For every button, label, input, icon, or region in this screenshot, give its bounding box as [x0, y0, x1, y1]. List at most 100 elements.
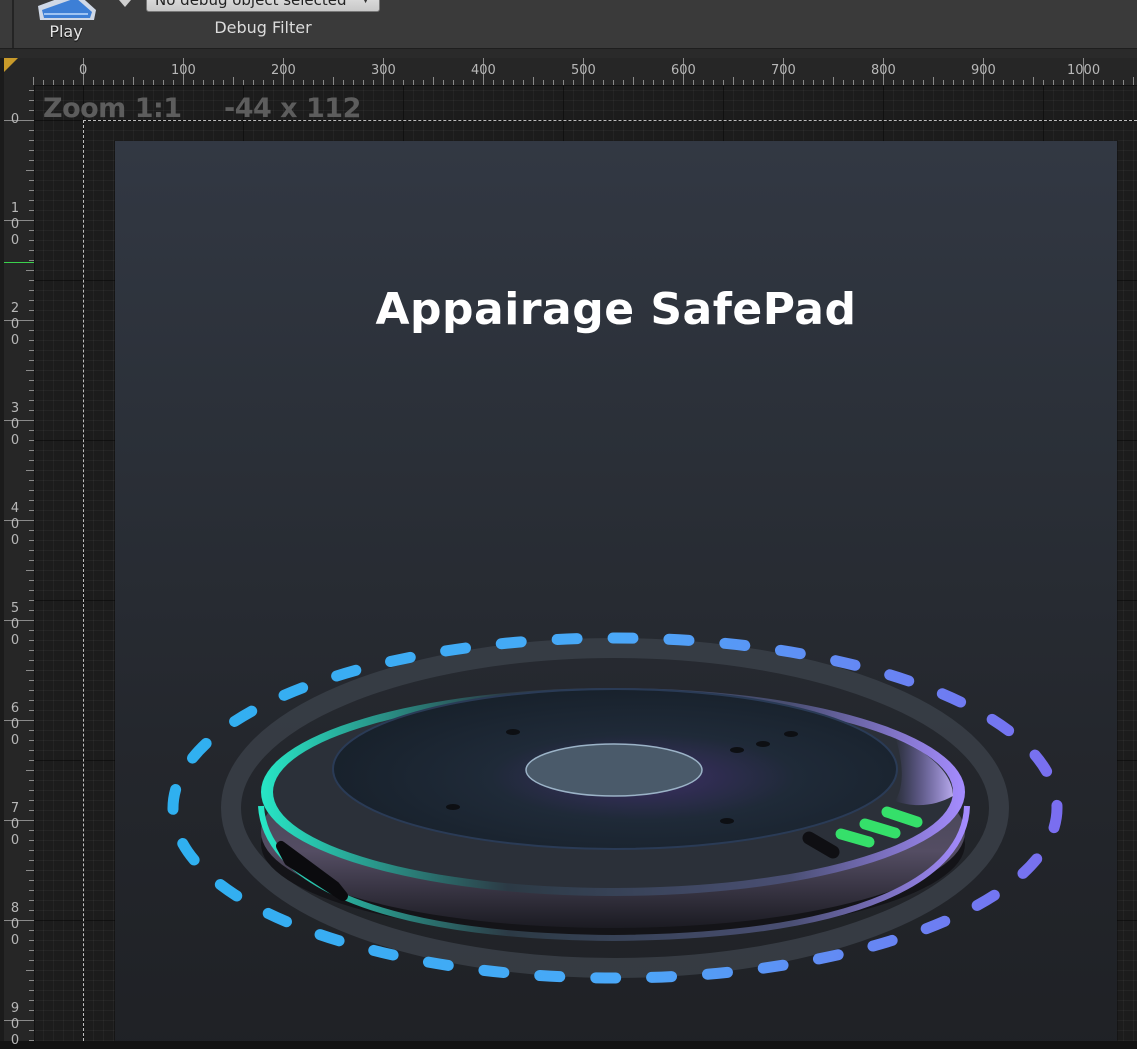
- ruler-tick: [413, 80, 414, 85]
- editor-toolbar: Play No debug object selected ▼ Debug Fi…: [0, 0, 1137, 49]
- ruler-tick: [943, 80, 944, 85]
- ruler-tick: [773, 80, 774, 85]
- horizontal-ruler[interactable]: 0 100 200 300 400 500 600 700 800 900 1000: [33, 58, 1137, 145]
- ruler-label-y: 0: [10, 112, 20, 127]
- ruler-tick: [293, 80, 294, 85]
- vertical-ruler[interactable]: 0 100 200 300 400 500 600 700 800 900: [4, 85, 35, 1048]
- ruler-tick: [29, 380, 34, 381]
- debug-object-select[interactable]: No debug object selected ▼: [146, 0, 380, 12]
- ruler-tick: [29, 130, 34, 131]
- ruler-tick: [673, 80, 674, 85]
- ruler-tick: [26, 170, 34, 171]
- ruler-label-x: 400: [471, 63, 496, 78]
- ruler-label-x: 0: [79, 63, 88, 78]
- ruler-tick: [29, 940, 34, 941]
- ruler-tick: [433, 77, 434, 85]
- ruler-tick: [1133, 77, 1134, 85]
- ruler-tick: [633, 77, 634, 85]
- ruler-tick: [29, 760, 34, 761]
- ruler-tick: [73, 80, 74, 85]
- ruler-tick: [29, 740, 34, 741]
- ruler-tick: [1023, 80, 1024, 85]
- ruler-tick: [573, 80, 574, 85]
- ruler-tick: [29, 880, 34, 881]
- ruler-tick: [933, 77, 934, 85]
- ruler-tick: [143, 80, 144, 85]
- ruler-tick: [29, 590, 34, 591]
- ruler-tick: [29, 250, 34, 251]
- ruler-tick: [923, 80, 924, 85]
- ruler-tick: [163, 80, 164, 85]
- ruler-tick: [503, 80, 504, 85]
- ruler-tick: [123, 80, 124, 85]
- ruler-tick: [1013, 80, 1014, 85]
- ruler-tick: [233, 77, 234, 85]
- ruler-tick: [313, 80, 314, 85]
- ruler-tick: [29, 460, 34, 461]
- ruler-tick: [513, 80, 514, 85]
- ruler-tick: [903, 80, 904, 85]
- ruler-tick: [713, 80, 714, 85]
- ruler-tick: [953, 80, 954, 85]
- ruler-tick: [723, 80, 724, 85]
- ruler-tick: [593, 80, 594, 85]
- ruler-tick: [29, 350, 34, 351]
- ruler-tick: [29, 230, 34, 231]
- designer-canvas[interactable]: Zoom 1:1 -44 x 112 Appairage SafePad: [35, 86, 1137, 1041]
- play-button[interactable]: Play: [30, 0, 102, 48]
- ruler-tick: [29, 1000, 34, 1001]
- ruler-tick: [863, 80, 864, 85]
- ruler-tick: [743, 80, 744, 85]
- ruler-tick: [26, 370, 34, 371]
- ruler-tick: [29, 840, 34, 841]
- ruler-tick: [29, 580, 34, 581]
- ruler-tick: [29, 280, 34, 281]
- ruler-tick: [29, 800, 34, 801]
- toolbar-divider: [0, 49, 1137, 58]
- ruler-tick: [913, 80, 914, 85]
- ruler-tick: [29, 600, 34, 601]
- ruler-tick: [443, 80, 444, 85]
- ruler-label-y: 100: [10, 201, 20, 248]
- ruler-tick: [113, 80, 114, 85]
- ruler-tick: [29, 960, 34, 961]
- ruler-tick: [893, 80, 894, 85]
- ruler-label-x: 300: [371, 63, 396, 78]
- ruler-tick: [29, 400, 34, 401]
- ruler-tick: [29, 850, 34, 851]
- chevron-down-icon: ▼: [362, 0, 369, 5]
- ruler-tick: [973, 80, 974, 85]
- ruler-corner: [4, 58, 34, 85]
- ruler-label-x: 500: [571, 63, 596, 78]
- ruler-label-x: 100: [171, 63, 196, 78]
- ruler-tick: [463, 80, 464, 85]
- debug-filter-label: Debug Filter: [214, 18, 312, 37]
- ruler-tick: [323, 80, 324, 85]
- ruler-tick: [29, 210, 34, 211]
- ruler-tick: [843, 80, 844, 85]
- ruler-label-x: 1000: [1067, 63, 1101, 78]
- ruler-tick: [29, 680, 34, 681]
- ruler-tick: [603, 80, 604, 85]
- ruler-tick: [29, 100, 34, 101]
- ruler-tick: [29, 640, 34, 641]
- debug-chevron-icon[interactable]: [118, 0, 132, 8]
- ruler-tick: [1063, 80, 1064, 85]
- ruler-label-y: 900: [10, 1001, 20, 1048]
- ruler-tick: [763, 80, 764, 85]
- ruler-label-y: 500: [10, 601, 20, 648]
- ruler-tick: [29, 700, 34, 701]
- ruler-tick: [29, 390, 34, 391]
- ruler-tick: [1053, 80, 1054, 85]
- ruler-label-y: 800: [10, 901, 20, 948]
- ruler-tick: [33, 77, 34, 85]
- ruler-cursor-marker: [4, 262, 34, 263]
- ruler-tick: [29, 260, 34, 261]
- ruler-tick: [263, 80, 264, 85]
- ruler-tick: [29, 90, 34, 91]
- ruler-tick: [29, 110, 34, 111]
- ruler-tick: [813, 80, 814, 85]
- ruler-tick: [29, 730, 34, 731]
- ruler-tick: [423, 80, 424, 85]
- ruler-tick: [173, 80, 174, 85]
